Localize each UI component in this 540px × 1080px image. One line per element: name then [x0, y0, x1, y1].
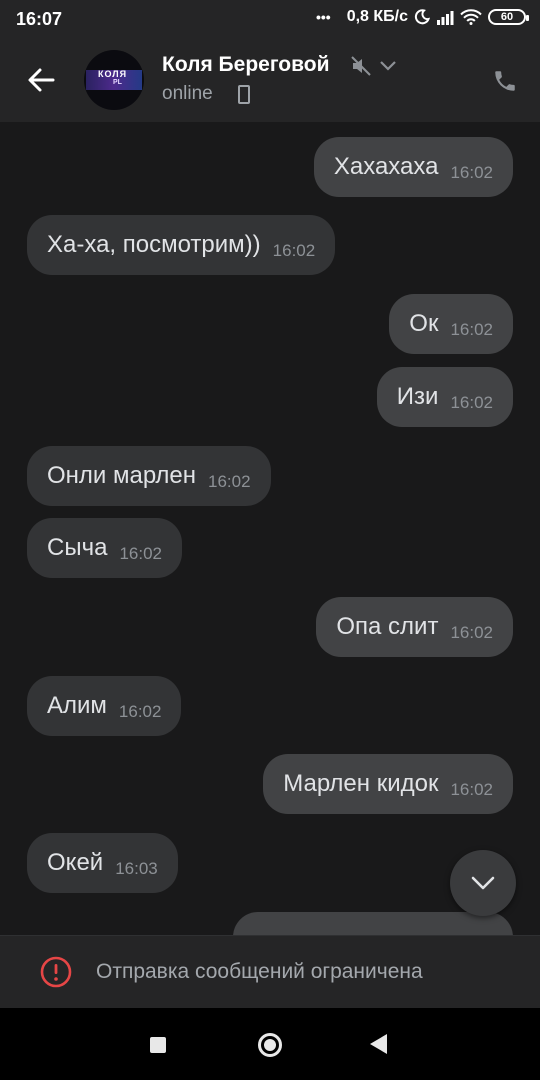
message-time: 16:02 — [450, 163, 493, 182]
message-outgoing-partial[interactable] — [233, 912, 513, 935]
restriction-text: Отправка сообщений ограничена — [96, 960, 423, 983]
message-outgoing[interactable]: Опа слит 16:02 — [316, 597, 513, 657]
chevron-down-icon[interactable] — [380, 61, 396, 71]
chat-header: КОЛЯ PL Коля Береговой online — [0, 38, 540, 122]
signal-icon — [437, 11, 454, 25]
message-time: 16:02 — [450, 393, 493, 412]
message-time: 16:02 — [118, 702, 162, 721]
message-incoming[interactable]: Сыча 16:02 — [27, 518, 182, 578]
mobile-device-icon — [238, 85, 250, 104]
message-text: Онли марлен — [47, 462, 196, 489]
message-time: 16:02 — [450, 780, 493, 799]
status-indicators: ••• 0,8 КБ/с 60 — [315, 8, 529, 26]
online-status: online — [162, 83, 213, 104]
chevron-down-icon — [471, 876, 495, 890]
message-text: Марлен кидок — [283, 770, 439, 797]
home-button[interactable] — [258, 1033, 282, 1057]
message-incoming[interactable]: Алим 16:02 — [27, 676, 182, 736]
message-incoming[interactable]: Ха-ха, посмотрим)) 16:02 — [27, 215, 336, 275]
avatar-text: КОЛЯ — [98, 69, 128, 79]
battery-icon: 60 — [488, 9, 529, 25]
system-navigation-bar — [0, 1008, 540, 1080]
phone-icon[interactable] — [492, 68, 518, 94]
back-button[interactable] — [370, 1034, 387, 1054]
status-bar: 16:07 ••• 0,8 КБ/с 60 — [0, 0, 540, 38]
message-text: Хахахаха — [333, 153, 439, 180]
message-time: 16:02 — [207, 472, 251, 491]
message-text: Сыча — [47, 534, 108, 561]
message-incoming[interactable]: Окей 16:03 — [27, 833, 178, 893]
message-text: Окей — [47, 849, 104, 876]
message-outgoing[interactable]: Изи 16:02 — [376, 367, 513, 427]
message-outgoing[interactable]: Ок 16:02 — [389, 294, 513, 354]
contact-name[interactable]: Коля Береговой — [162, 53, 330, 77]
message-text: Алим — [47, 692, 107, 719]
message-outgoing[interactable]: Хахахаха 16:02 — [313, 137, 513, 197]
message-text: Ок — [409, 310, 439, 337]
message-time: 16:02 — [272, 241, 316, 260]
message-text: Изи — [396, 383, 439, 410]
recent-apps-button[interactable] — [150, 1037, 166, 1053]
message-text: Ха-ха, посмотрим)) — [47, 231, 261, 258]
avatar[interactable]: КОЛЯ PL — [84, 50, 144, 110]
more-notifications-icon: ••• — [315, 9, 331, 25]
message-list[interactable]: Хахахаха 16:02 Ха-ха, посмотрим)) 16:02 Ок… — [0, 122, 540, 935]
wifi-icon — [460, 9, 482, 25]
moon-icon — [414, 9, 430, 25]
status-time: 16:07 — [16, 9, 63, 29]
message-time: 16:02 — [450, 623, 493, 642]
message-outgoing[interactable]: Марлен кидок 16:02 — [263, 754, 513, 814]
avatar-subtext: PL — [113, 79, 122, 86]
messaging-restricted-banner: Отправка сообщений ограничена — [0, 935, 540, 1008]
scroll-to-bottom-button[interactable] — [450, 850, 516, 916]
arrow-left-icon[interactable] — [26, 65, 56, 95]
network-speed: 0,8 КБ/с — [346, 8, 408, 25]
message-text: Опа слит — [336, 613, 439, 640]
message-time: 16:03 — [115, 859, 158, 878]
battery-level: 60 — [500, 11, 514, 23]
message-time: 16:02 — [119, 544, 162, 563]
message-incoming[interactable]: Онли марлен 16:02 — [27, 446, 271, 506]
exclamation-circle-icon — [40, 956, 72, 988]
message-time: 16:02 — [450, 320, 493, 339]
muted-speaker-icon — [351, 56, 371, 76]
